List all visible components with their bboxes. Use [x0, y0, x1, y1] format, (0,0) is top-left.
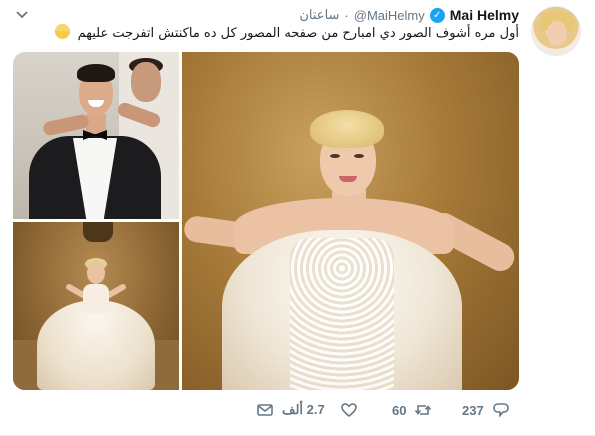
person-blond-hair-emoji-icon	[55, 24, 71, 39]
avatar-face	[547, 21, 567, 46]
direct-message-button[interactable]: 2.7 ألف	[256, 398, 325, 422]
retweet-count: 60	[392, 402, 407, 418]
speech-bubble-icon	[492, 403, 509, 418]
retweet-icon	[415, 405, 432, 415]
media-grid	[13, 52, 519, 390]
chevron-down-icon[interactable]	[14, 6, 30, 22]
bride-head	[87, 262, 105, 284]
user-handle[interactable]: @MaiHelmy	[354, 8, 425, 23]
envelope-icon	[257, 404, 273, 416]
timestamp[interactable]: ساعتان	[299, 7, 339, 23]
photo-bride-full[interactable]	[13, 222, 179, 390]
tweet-header: Mai Helmy ✓ @MaiHelmy · ساعتان	[299, 6, 519, 24]
lamp	[83, 222, 113, 242]
heart-icon	[341, 403, 357, 418]
separator-dot: ·	[344, 7, 349, 23]
retweet-button[interactable]: 60	[392, 398, 432, 422]
reply-button[interactable]: 237	[462, 398, 510, 422]
action-bar: 2.7 ألف 60 237	[256, 398, 518, 422]
avatar[interactable]	[531, 6, 581, 56]
photo-groom[interactable]	[13, 52, 179, 219]
bride-eye	[330, 154, 340, 158]
tweet-text: أول مره أشوف الصور دي امبارح من صفحه الم…	[49, 24, 519, 43]
groom-hair	[77, 64, 115, 82]
like-count: 2.7 ألف	[282, 402, 325, 417]
tweet-card[interactable]: Mai Helmy ✓ @MaiHelmy · ساعتان أول مره أ…	[0, 0, 595, 436]
helper-arm	[42, 113, 90, 137]
reply-count: 237	[462, 402, 484, 418]
tweet-text-content: أول مره أشوف الصور دي امبارح من صفحه الم…	[77, 26, 519, 41]
like-button[interactable]	[340, 398, 358, 422]
bride-eye	[354, 154, 364, 158]
dress-lace	[290, 238, 394, 390]
bride-hair	[310, 110, 384, 148]
display-name[interactable]: Mai Helmy	[450, 7, 519, 23]
verified-badge-icon: ✓	[429, 7, 445, 23]
dress-bodice	[83, 284, 109, 314]
groom-neck	[86, 114, 106, 134]
photo-bride-closeup[interactable]	[182, 52, 519, 390]
helper-head	[131, 62, 161, 102]
